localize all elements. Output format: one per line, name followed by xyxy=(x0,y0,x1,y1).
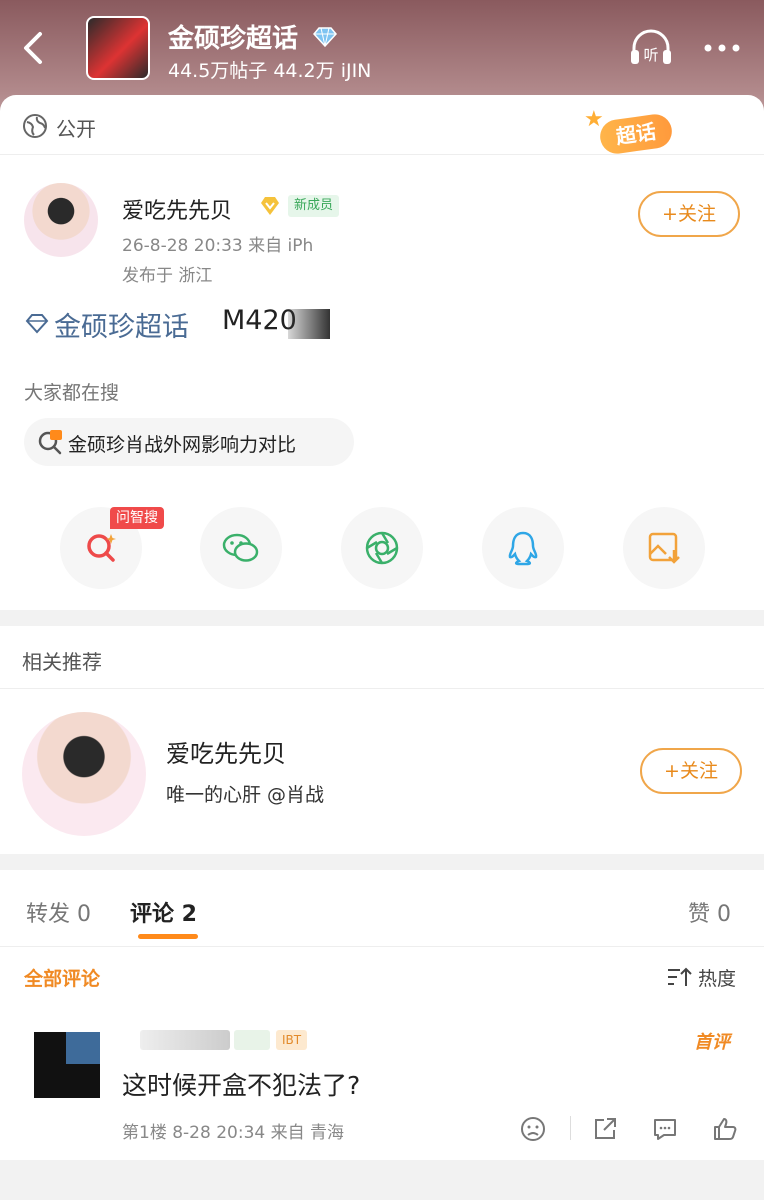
commenter-name[interactable] xyxy=(140,1030,230,1050)
all-comments-label[interactable]: 全部评论 xyxy=(24,964,100,991)
back-icon[interactable] xyxy=(18,28,48,68)
hot-search-item[interactable]: 金硕珍肖战外网影响力对比 xyxy=(24,418,354,466)
follow-button[interactable]: +关注 xyxy=(638,191,740,237)
topic-link[interactable]: 金硕珍超话 xyxy=(54,305,189,344)
qq-share-button[interactable] xyxy=(482,507,564,589)
tab-likes[interactable]: 赞 0 xyxy=(688,896,731,928)
wechat-share-button[interactable] xyxy=(200,507,282,589)
post-text: M420 xyxy=(222,305,297,336)
first-comment-badge: 首评 xyxy=(694,1032,730,1053)
sort-label[interactable]: 热度 xyxy=(698,964,736,991)
level-badge xyxy=(234,1030,270,1050)
hot-search-icon xyxy=(36,428,64,460)
share-icon[interactable] xyxy=(592,1116,618,1146)
listen-icon[interactable]: 听 xyxy=(628,26,674,72)
author-avatar[interactable] xyxy=(24,183,98,257)
divider xyxy=(570,1116,571,1140)
moments-share-button[interactable] xyxy=(341,507,423,589)
topic-title[interactable]: 金硕珍超话 xyxy=(168,18,298,55)
visibility-row: 公开 ★ 超话 xyxy=(0,95,764,156)
sort-icon[interactable] xyxy=(666,966,692,992)
topic-stats: 44.5万帖子 44.2万 iJIN xyxy=(168,60,372,82)
reply-icon[interactable] xyxy=(652,1116,678,1146)
divider xyxy=(0,946,764,947)
related-user-name[interactable]: 爱吃先先贝 xyxy=(166,734,286,769)
related-follow-button[interactable]: +关注 xyxy=(640,748,742,794)
related-section: 相关推荐 爱吃先先贝 唯一的心肝 @肖战 +关注 xyxy=(0,626,764,854)
chaohua-badge: 超话 xyxy=(597,112,675,156)
globe-icon xyxy=(22,113,48,139)
top-bar: 金硕珍超话 44.5万帖子 44.2万 iJIN 听 xyxy=(0,0,764,96)
fan-badge: IBT xyxy=(276,1030,308,1050)
tab-comments[interactable]: 评论 2 xyxy=(130,896,197,928)
post-location: 发布于 浙江 xyxy=(122,266,213,286)
hot-search-text: 金硕珍肖战外网影响力对比 xyxy=(68,434,297,456)
svg-text:听: 听 xyxy=(643,46,658,64)
commenter-avatar[interactable] xyxy=(34,1032,100,1098)
comment-meta: 第1楼 8-28 20:34 来自 青海 xyxy=(122,1123,345,1143)
related-title: 相关推荐 xyxy=(22,650,102,674)
vip-icon xyxy=(258,195,282,221)
like-icon[interactable] xyxy=(712,1116,738,1146)
more-icon[interactable] xyxy=(700,30,744,66)
search-section-label: 大家都在搜 xyxy=(24,382,120,404)
comments-section: 转发 0 评论 2 赞 0 全部评论 热度 IBT 首评 这时候开盒不犯法了? … xyxy=(0,870,764,1160)
comment-text: 这时候开盒不犯法了? xyxy=(122,1071,361,1100)
visibility-label: 公开 xyxy=(56,117,96,141)
ai-search-badge: 问智搜 xyxy=(110,507,164,529)
topic-avatar[interactable] xyxy=(86,16,150,80)
diamond-icon xyxy=(24,313,50,339)
save-image-button[interactable] xyxy=(623,507,705,589)
post-card: 公开 ★ 超话 爱吃先先贝 新成员 26-8-28 20:33 来自 iPh 发… xyxy=(0,95,764,610)
new-member-badge: 新成员 xyxy=(288,195,340,217)
redacted-area xyxy=(288,309,330,339)
related-user-desc: 唯一的心肝 @肖战 xyxy=(166,784,325,806)
diamond-icon xyxy=(312,26,338,52)
related-user-avatar[interactable] xyxy=(22,712,146,836)
tab-repost[interactable]: 转发 0 xyxy=(26,896,91,928)
post-time: 26-8-28 20:33 来自 iPh xyxy=(122,236,314,256)
active-tab-indicator xyxy=(138,934,198,939)
dislike-icon[interactable] xyxy=(520,1116,546,1146)
divider xyxy=(0,688,764,689)
author-name[interactable]: 爱吃先先贝 xyxy=(122,193,232,225)
